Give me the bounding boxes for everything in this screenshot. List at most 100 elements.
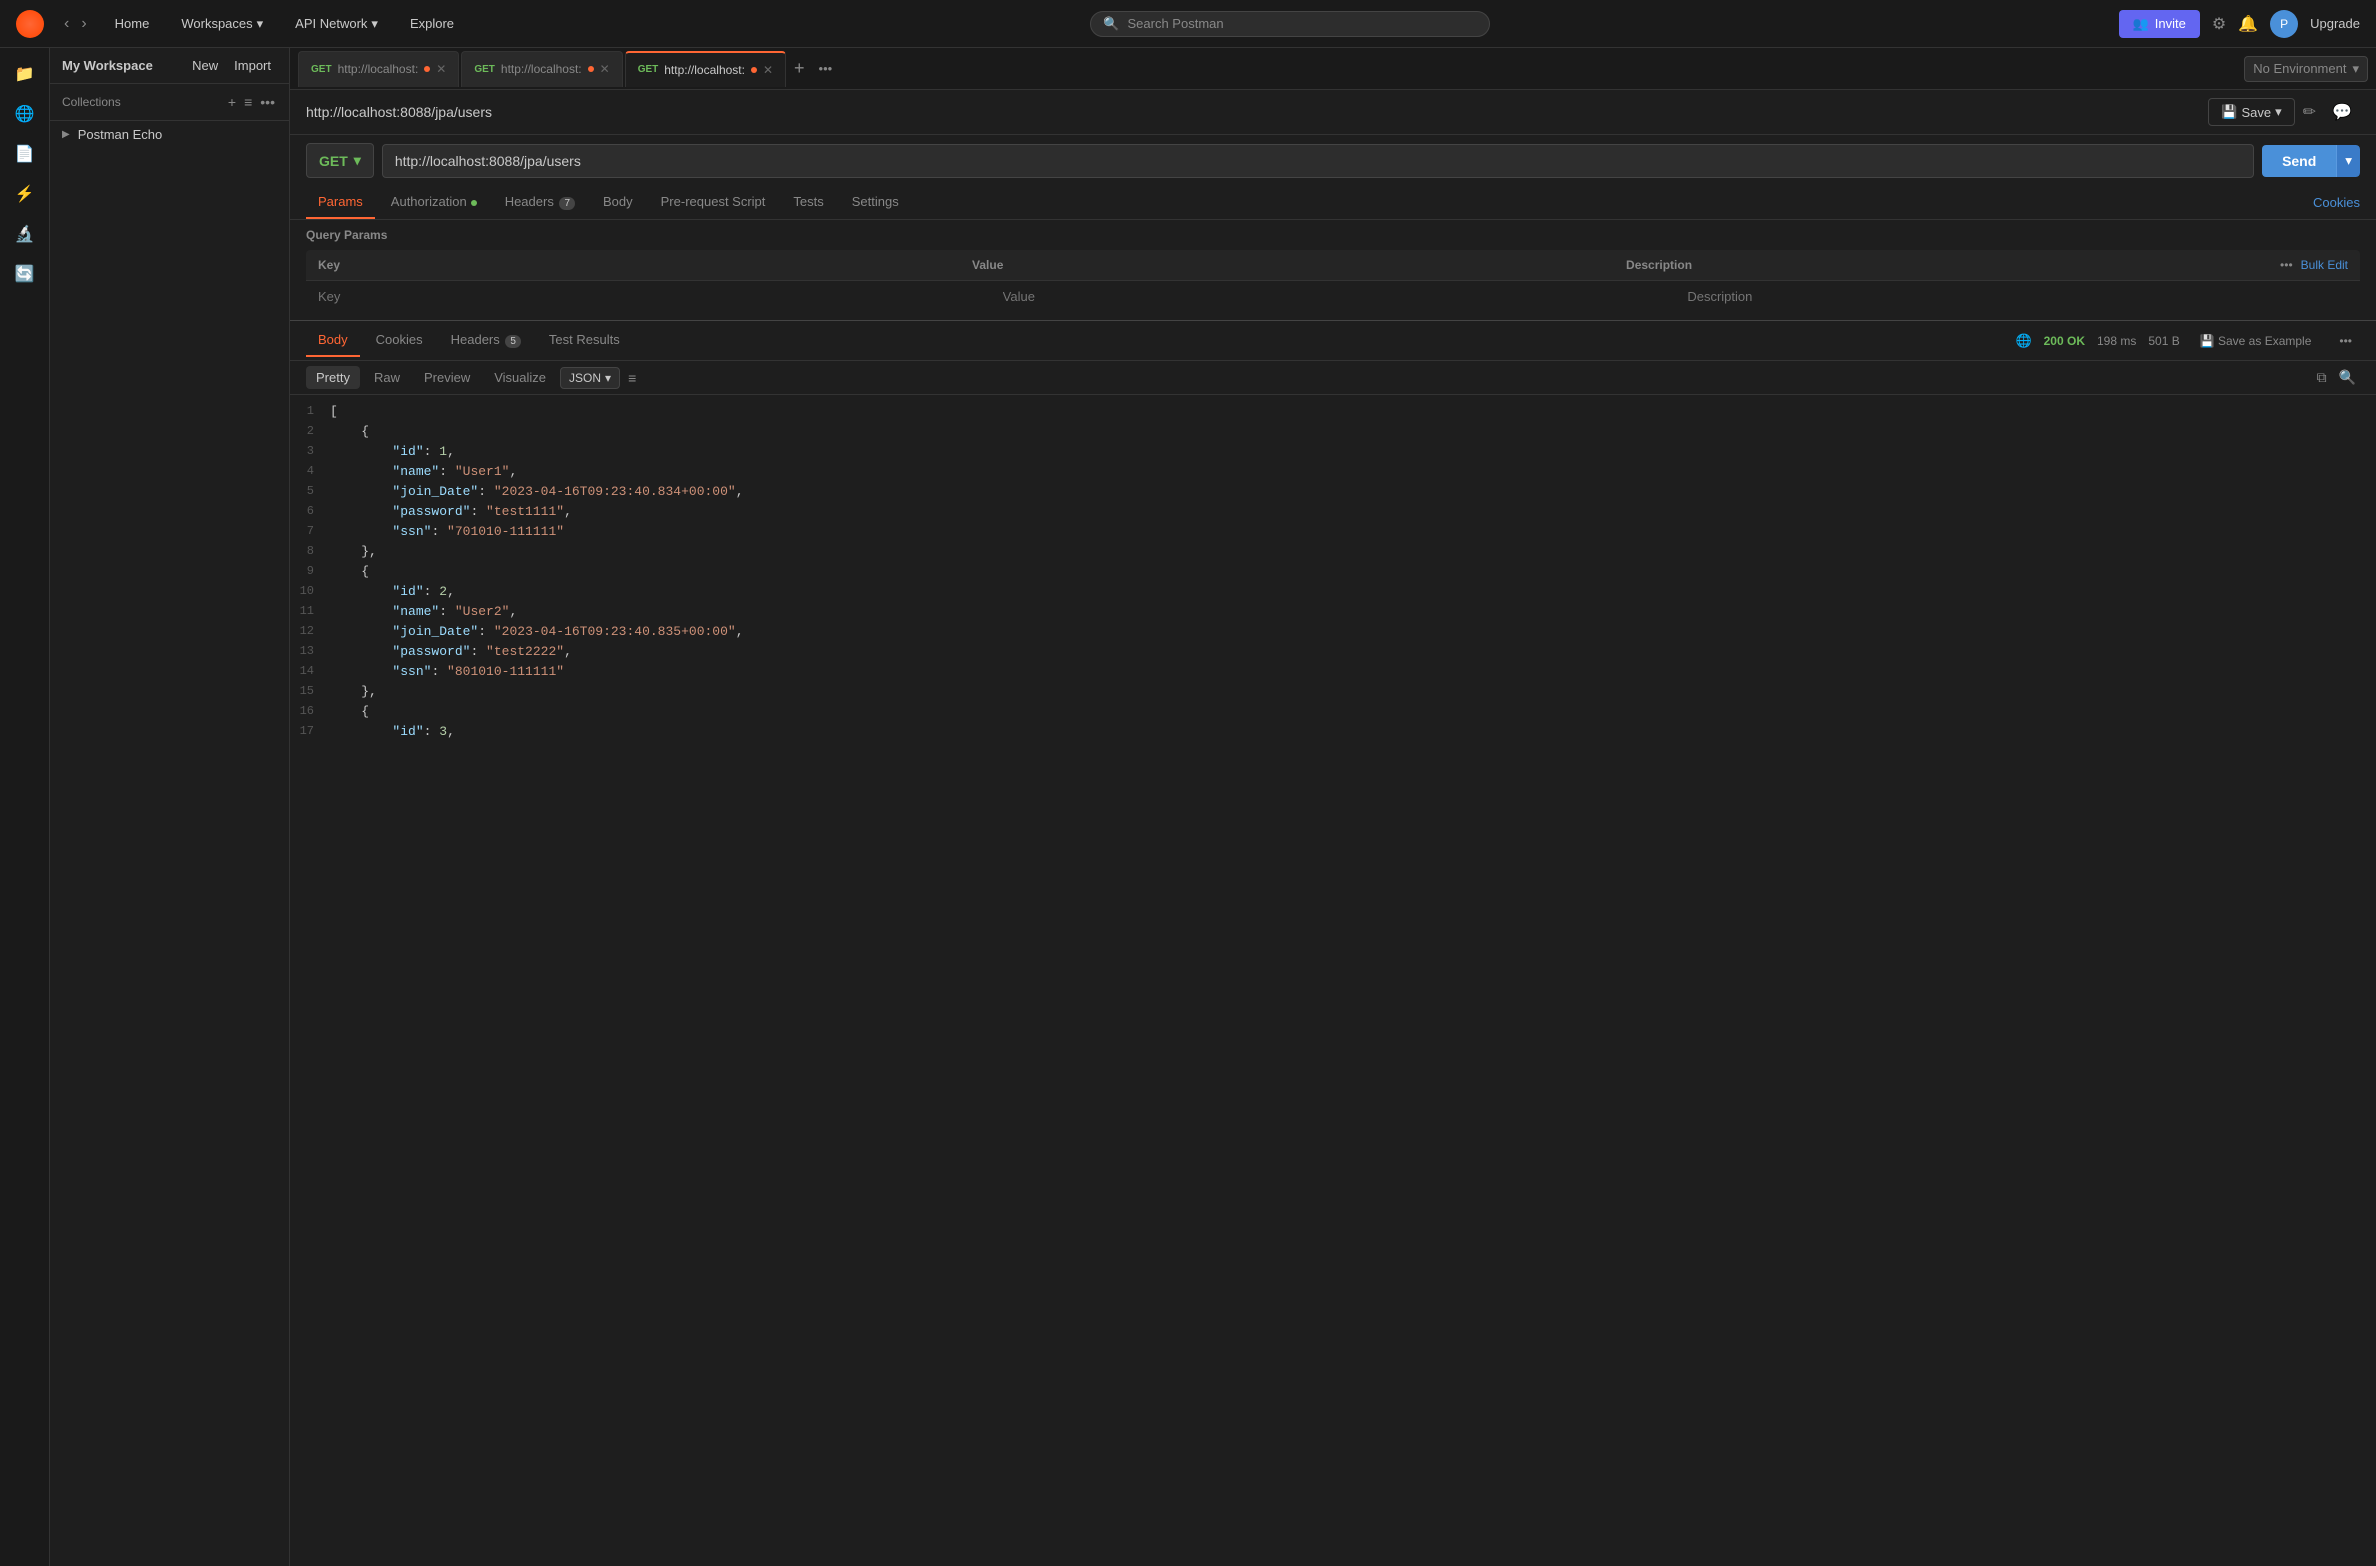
add-tab-button[interactable]: + [788,58,811,79]
resp-tab-test-results[interactable]: Test Results [537,324,632,357]
tab-2[interactable]: GET http://localhost: ✕ [461,51,622,87]
workspace-actions: New Import [186,56,277,75]
bulk-edit-button[interactable]: Bulk Edit [2301,258,2348,272]
search-placeholder: Search Postman [1128,16,1224,31]
format-preview[interactable]: Preview [414,366,480,389]
tab-pre-request[interactable]: Pre-request Script [649,186,778,219]
send-button[interactable]: Send [2262,145,2336,177]
tab-url-2: http://localhost: [501,62,582,76]
method-selector[interactable]: GET ▾ [306,143,374,178]
resp-tab-body[interactable]: Body [306,324,360,357]
tab-close-1[interactable]: ✕ [436,62,446,76]
sidebar-item-history[interactable]: 📄 [7,136,43,172]
sidebar-item-environments[interactable]: 🌐 [7,96,43,132]
format-visualize[interactable]: Visualize [484,366,556,389]
tab-dot-1 [424,66,430,72]
json-format-selector[interactable]: JSON ▾ [560,367,620,389]
tab-1[interactable]: GET http://localhost: ✕ [298,51,459,87]
format-raw[interactable]: Raw [364,366,410,389]
tab-authorization[interactable]: Authorization [379,186,489,219]
send-dropdown-button[interactable]: ▾ [2336,145,2360,177]
json-line-7: 7 "ssn": "701010-111111" [290,523,2376,543]
search-response-button[interactable]: 🔍 [2335,365,2360,390]
json-line-4: 4 "name": "User1", [290,463,2376,483]
description-input[interactable] [1687,289,2348,304]
wrap-text-button[interactable]: ≡ [624,366,640,390]
tab-tests[interactable]: Tests [781,186,835,219]
sidebar-item-collections[interactable]: 📁 [7,56,43,92]
json-line-12: 12 "join_Date": "2023-04-16T09:23:40.835… [290,623,2376,643]
params-table: Key Value Description ••• Bulk Edit [306,250,2360,312]
status-ok: 200 OK [2044,334,2085,348]
workspace-name: My Workspace [62,58,153,73]
copy-response-button[interactable]: ⧉ [2313,365,2331,390]
sidebar-item-servers[interactable]: ⚡ [7,176,43,212]
invite-button[interactable]: 👥 Invite [2119,10,2200,38]
collection-name: Postman Echo [78,127,163,142]
api-network-nav[interactable]: API Network ▾ [287,12,386,36]
response-more-button[interactable]: ••• [2331,330,2360,352]
settings-icon[interactable]: ⚙ [2212,14,2226,34]
json-line-2: 2 { [290,423,2376,443]
edit-icon-button[interactable]: ✏ [2295,98,2324,126]
tab-close-2[interactable]: ✕ [600,62,610,76]
postman-logo [16,10,44,38]
env-chevron-icon: ▾ [2352,61,2359,77]
tab-params[interactable]: Params [306,186,375,219]
headers-badge: 7 [559,197,575,210]
save-button[interactable]: 💾 Save ▾ [2208,98,2294,126]
sidebar-item-monitors[interactable]: 🔬 [7,216,43,252]
cookies-link[interactable]: Cookies [2313,195,2360,210]
collection-item-postman-echo[interactable]: ▶ Postman Echo [50,121,289,148]
filter-button[interactable]: ≡ [242,92,254,112]
value-input[interactable] [1003,289,1664,304]
comment-icon-button[interactable]: 💬 [2324,98,2360,126]
description-column-header: Description [1614,250,2268,280]
more-params-icon[interactable]: ••• [2280,258,2293,272]
avatar-icon[interactable]: P [2270,10,2298,38]
nav-right: 👥 Invite ⚙ 🔔 P Upgrade [2119,10,2360,38]
key-input[interactable] [318,289,979,304]
notification-icon[interactable]: 🔔 [2238,14,2258,34]
save-example-button[interactable]: 💾 Save as Example [2192,330,2320,352]
tab-body[interactable]: Body [591,186,645,219]
explore-nav[interactable]: Explore [402,12,462,35]
tab-dot-2 [588,66,594,72]
value-cell[interactable] [991,281,1676,312]
workspaces-nav[interactable]: Workspaces ▾ [173,12,271,36]
upgrade-button[interactable]: Upgrade [2310,16,2360,31]
home-nav[interactable]: Home [107,12,158,35]
add-collection-button[interactable]: + [226,92,238,112]
search-bar[interactable]: 🔍 Search Postman [1090,11,1490,37]
url-input[interactable] [382,144,2254,178]
json-line-17: 17 "id": 3, [290,723,2376,743]
forward-button[interactable]: › [77,11,90,37]
tab-headers[interactable]: Headers 7 [493,186,587,219]
env-selector-label: No Environment [2253,61,2346,76]
more-options-button[interactable]: ••• [258,92,277,112]
description-cell[interactable] [1675,281,2360,312]
method-chevron-icon: ▾ [354,152,361,169]
tab-close-3[interactable]: ✕ [763,63,773,77]
environment-selector[interactable]: No Environment ▾ [2244,56,2368,82]
key-cell[interactable] [306,281,991,312]
request-tabs: Params Authorization Headers 7 Body Pre-… [290,186,2376,220]
resp-tab-cookies[interactable]: Cookies [364,324,435,357]
tab-bar: GET http://localhost: ✕ GET http://local… [290,48,2376,90]
format-pretty[interactable]: Pretty [306,366,360,389]
resp-tab-headers[interactable]: Headers 5 [439,324,533,357]
sidebar-item-flows[interactable]: 🔄 [7,256,43,292]
tab-dot-3 [751,67,757,73]
back-button[interactable]: ‹ [60,11,73,37]
response-area: Body Cookies Headers 5 Test Results 🌐 20… [290,320,2376,1566]
format-right-actions: ⧉ 🔍 [2313,365,2360,390]
import-button[interactable]: Import [228,56,277,75]
response-status: 🌐 200 OK 198 ms 501 B 💾 Save as Example … [2015,330,2360,352]
tab-more-button[interactable]: ••• [813,61,839,76]
main-layout: 📁 🌐 📄 ⚡ 🔬 🔄 My Workspace New Import Coll… [0,48,2376,1566]
tab-settings[interactable]: Settings [840,186,911,219]
response-size: 501 B [2148,334,2179,348]
new-button[interactable]: New [186,56,224,75]
format-chevron-icon: ▾ [605,371,611,385]
tab-3[interactable]: GET http://localhost: ✕ [625,51,786,87]
